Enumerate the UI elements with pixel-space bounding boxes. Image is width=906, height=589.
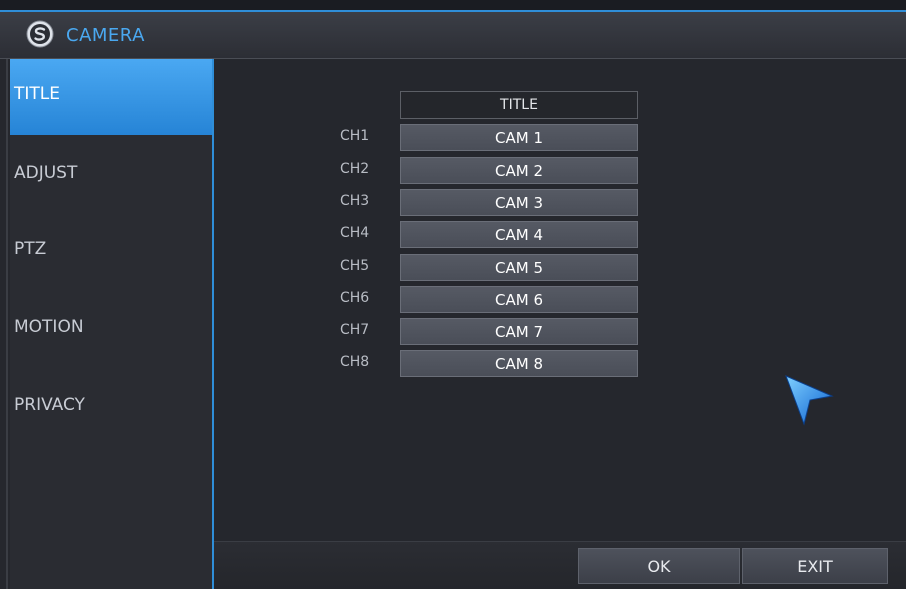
channel-label: CH1 [340,128,370,144]
camera-title-field[interactable]: CAM 5 [400,254,638,281]
camera-title-field[interactable]: CAM 6 [400,286,638,313]
channel-label: CH4 [340,225,370,241]
top-strip [0,0,906,12]
title-column-header: TITLE [400,91,638,119]
channel-label: CH2 [340,161,370,177]
exit-button[interactable]: EXIT [742,548,888,584]
camera-settings-window: CAMERA TITLE ADJUST PTZ MOTION PRIVACY T… [0,0,906,589]
title-bar: CAMERA [0,12,906,59]
sidebar-item-adjust[interactable]: ADJUST [10,135,212,211]
channel-label: CH3 [340,193,370,209]
sidebar-item-motion[interactable]: MOTION [10,289,212,365]
channel-label: CH5 [340,258,370,274]
channel-label: CH7 [340,322,370,338]
window-title: CAMERA [66,25,145,46]
bottom-button-bar: OK EXIT [214,541,906,589]
camera-title-field[interactable]: CAM 4 [400,221,638,248]
channel-label: CH8 [340,354,370,370]
camera-title-field[interactable]: CAM 2 [400,157,638,184]
left-edge [6,59,8,589]
camera-title-field[interactable]: CAM 1 [400,124,638,151]
sidebar-item-ptz[interactable]: PTZ [10,211,212,287]
camera-title-field[interactable]: CAM 7 [400,318,638,345]
main-content: TITLE CH1 CAM 1 CH2 CAM 2 CH3 CAM 3 CH4 … [214,59,906,589]
camera-title-field[interactable]: CAM 8 [400,350,638,377]
sidebar-item-privacy[interactable]: PRIVACY [10,367,212,443]
brand-logo-icon [26,20,54,48]
sidebar-item-title[interactable]: TITLE [10,59,212,135]
channel-label: CH6 [340,290,370,306]
camera-title-field[interactable]: CAM 3 [400,189,638,216]
ok-button[interactable]: OK [578,548,740,584]
mouse-pointer-icon [785,375,834,426]
sidebar-menu: TITLE ADJUST PTZ MOTION PRIVACY [10,59,212,589]
